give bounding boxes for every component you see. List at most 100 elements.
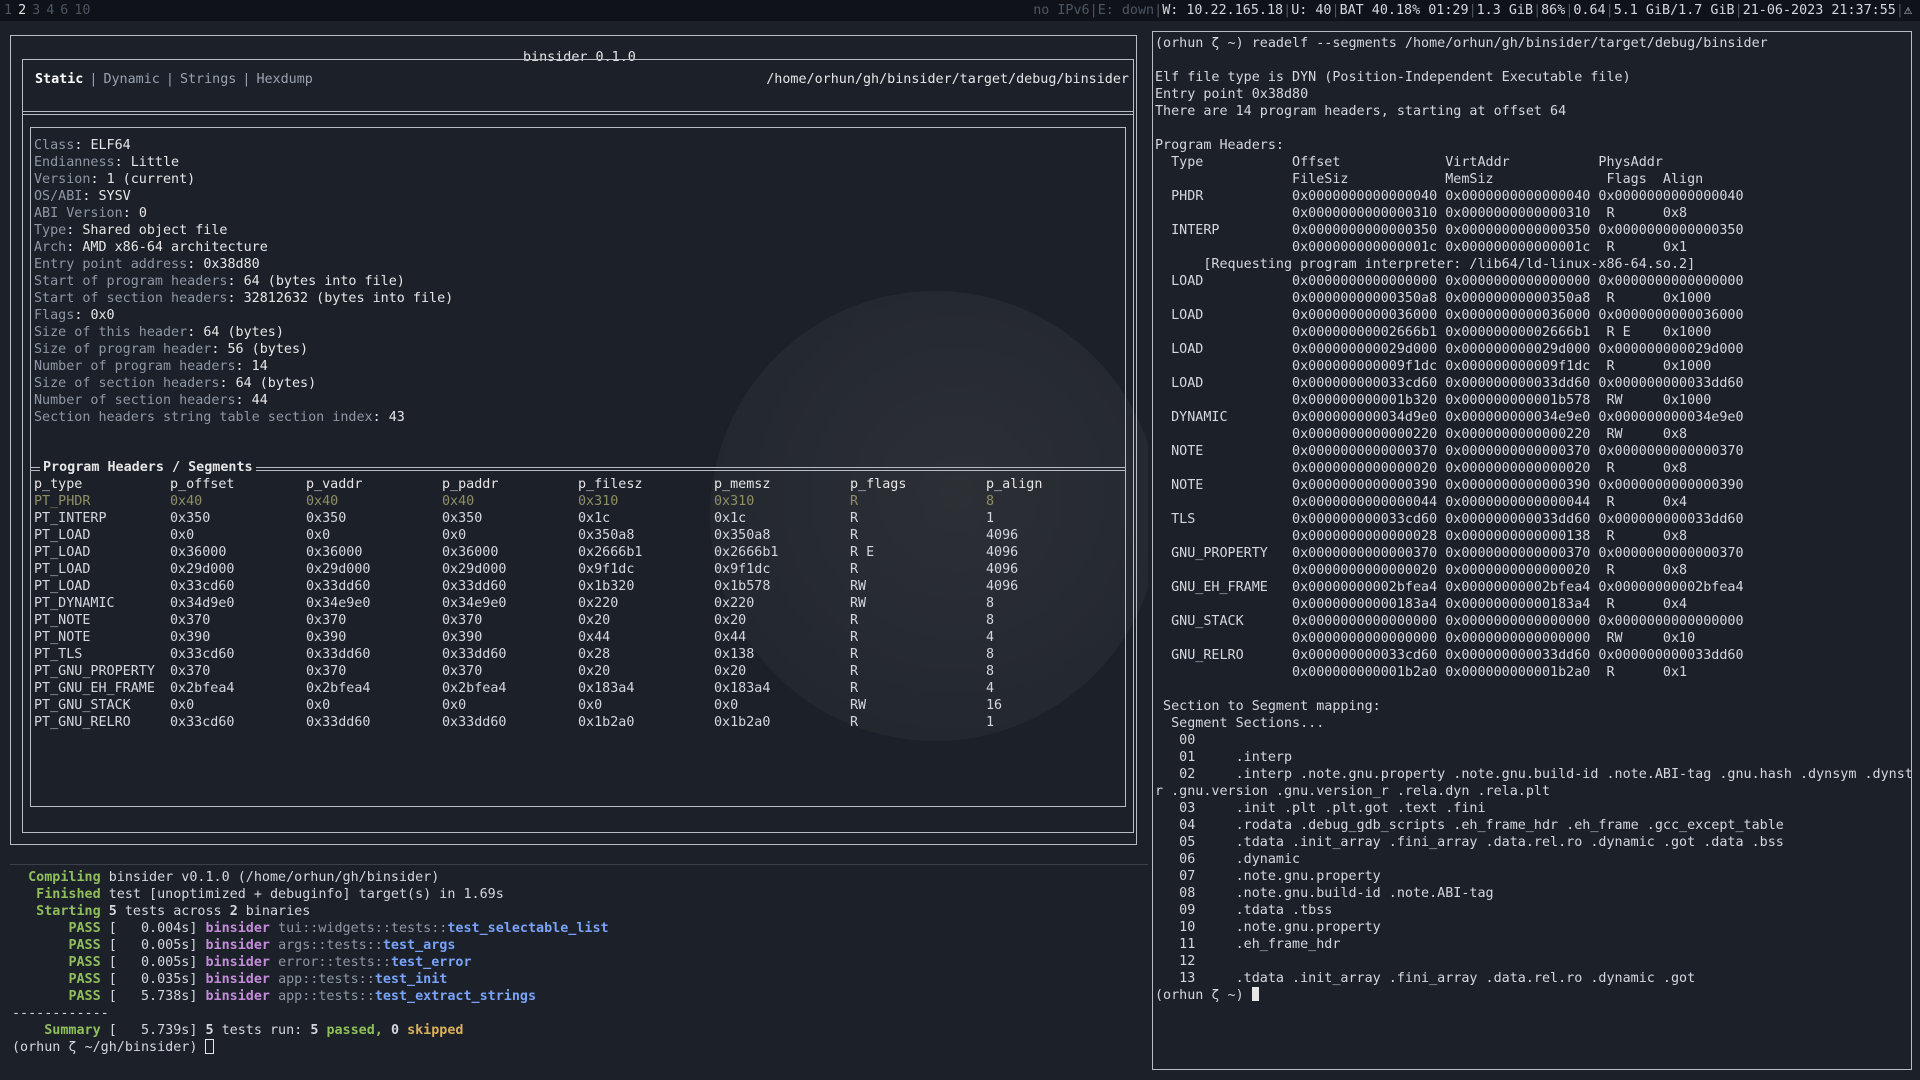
column-header-p_align: p_align [986,477,1043,492]
header-info-row: Start of program headers: 64 (bytes into… [34,274,405,289]
table-body[interactable]: PT_PHDR 0x40 0x40 0x40 0x310 0x310 R 8 PT_INTERP… [34,493,1066,731]
tab-static[interactable]: Static [35,72,83,87]
wifi-status: W: 10.22.165.18 [1162,3,1284,18]
table-cell: 0x34e9e0 [442,596,507,611]
table-cell: RW [850,698,867,713]
table-cell: PT_NOTE [34,613,91,628]
header-info-row: Class: ELF64 [34,138,131,153]
header-info-value: 44 [251,393,268,408]
table-cell: 0x350a8 [578,528,635,543]
clock: 21-06-2023 21:37:55 [1742,3,1896,18]
program-headers-table[interactable]: p_type p_offset p_vaddr p_paddr p_filesz p_me… [34,476,1066,731]
tab-bar: Static | Dynamic | Strings | Hexdump /home/orh… [22,59,1134,115]
table-row[interactable]: PT_PHDR 0x40 0x40 0x40 0x310 0x310 R 8 [34,493,1066,510]
table-cell: 0x2666b1 [714,545,779,560]
table-cell: 0x9f1dc [578,562,635,577]
pane-divider [10,864,1148,865]
header-info-value: 0x0 [90,308,115,323]
test-result-line: PASS [ 0.035s] binsider app::tests::test… [68,972,448,987]
table-cell: 0x1c [578,511,611,526]
table-row[interactable]: PT_TLS 0x33cd60 0x33dd60 0x33dd60 0x28 0x138 R… [34,646,1066,663]
table-row[interactable]: PT_DYNAMIC 0x34d9e0 0x34e9e0 0x34e9e0 0x220 0… [34,595,1066,612]
table-cell: PT_INTERP [34,511,107,526]
table-cell: 0x220 [578,596,619,611]
table-cell: 0x390 [442,630,483,645]
battery-status: BAT 40.18% 01:29 [1339,3,1469,18]
summary-line: Summary [ 5.739s] 5 tests run: 5 passed,… [12,1023,464,1038]
tab-strings[interactable]: Strings [180,72,236,87]
table-cell: R [850,681,859,696]
elf-header-info: Class: ELF64 Endianness: Little Version: 1… [34,137,453,426]
table-row[interactable]: PT_NOTE 0x390 0x390 0x390 0x44 0x44 R 4 [34,629,1066,646]
header-info-value: 32812632 (bytes into file) [243,291,454,306]
table-cell: 8 [986,647,995,662]
left-terminal-pane[interactable]: binsider 0.1.0 Static | Dynamic | Strings | He… [0,21,1148,1080]
column-header-p_memsz: p_memsz [714,477,771,492]
header-info-row: Number of section headers: 44 [34,393,268,408]
starting-text: 5 tests across 2 binaries [108,904,311,919]
table-cell: 0x2bfea4 [442,681,507,696]
table-cell: 0x2bfea4 [306,681,371,696]
right-terminal-pane[interactable]: (orhun ζ ~) readelf --segments /home/orh… [1152,31,1912,1070]
system-status: no IPv6|E: down|W: 10.22.165.18|U: 40|BA… [1033,3,1912,18]
table-row[interactable]: PT_INTERP 0x350 0x350 0x350 0x1c 0x1c R 1 [34,510,1066,527]
finished-label: Finished [12,887,101,902]
header-info-value: 64 (bytes into file) [243,274,405,289]
table-cell: 0x33dd60 [442,579,507,594]
header-info-key: Class [34,138,75,153]
table-row[interactable]: PT_LOAD 0x33cd60 0x33dd60 0x33dd60 0x1b320 0x… [34,578,1066,595]
table-cell: 4096 [986,545,1019,560]
tab-dynamic[interactable]: Dynamic [103,72,159,87]
table-cell: 8 [986,494,995,509]
workspace-3[interactable]: 3 [32,3,40,18]
disk-status: 1.3 GiB [1476,3,1534,18]
workspace-1[interactable]: 1 [4,3,12,18]
table-row[interactable]: PT_GNU_RELRO 0x33cd60 0x33dd60 0x33dd60 0x1b… [34,714,1066,731]
shell-prompt[interactable]: (orhun ζ ~) [1155,987,1911,1004]
binary-path: /home/orhun/gh/binsider/target/debug/bin… [766,72,1129,87]
tab-hexdump[interactable]: Hexdump [256,72,312,87]
test-result-line: PASS [ 0.005s] binsider args::tests::tes… [68,938,456,953]
header-info-row: Arch: AMD x86-64 architecture [34,240,268,255]
table-row[interactable]: PT_GNU_PROPERTY 0x370 0x370 0x370 0x20 0x20 R 8 [34,663,1066,680]
table-row[interactable]: PT_LOAD 0x36000 0x36000 0x36000 0x2666b1 0x26… [34,544,1066,561]
table-cell: 0x370 [306,613,347,628]
header-info-row: Number of program headers: 14 [34,359,268,374]
load-status: 0.64 [1573,3,1606,18]
table-cell: 0x33cd60 [170,715,235,730]
table-cell: 0x28 [578,647,611,662]
header-info-row: ABI Version: 0 [34,206,147,221]
workspace-2[interactable]: 2 [18,3,26,18]
table-cell: 0x36000 [170,545,227,560]
table-cell: R [850,664,859,679]
table-cell: 4 [986,681,995,696]
header-info-value: 0 [138,206,147,221]
header-info-value: AMD x86-64 architecture [82,240,268,255]
shell-prompt[interactable]: (orhun ζ ~/gh/binsider) [12,1039,609,1056]
table-row[interactable]: PT_GNU_STACK 0x0 0x0 0x0 0x0 0x0 RW 16 [34,697,1066,714]
table-cell: R [850,647,859,662]
table-cell: 0x370 [306,664,347,679]
table-row[interactable]: PT_LOAD 0x0 0x0 0x0 0x350a8 0x350a8 R 4096 [34,527,1066,544]
table-cell: 0x310 [714,494,755,509]
cargo-test-output: Compiling binsider v0.1.0 (/home/orhun/g… [12,869,609,1056]
table-row[interactable]: PT_GNU_EH_FRAME 0x2bfea4 0x2bfea4 0x2bfea4 0… [34,680,1066,697]
table-cell: 0x390 [306,630,347,645]
table-cell: 0x310 [578,494,619,509]
header-info-value: 1 (current) [106,172,196,187]
table-cell: 0x33dd60 [306,715,371,730]
workspace-4[interactable]: 4 [46,3,54,18]
column-header-p_type: p_type [34,477,83,492]
header-info-key: Number of program headers [34,359,236,374]
workspace-10[interactable]: 10 [74,3,90,18]
table-row[interactable]: PT_NOTE 0x370 0x370 0x370 0x20 0x20 R 8 [34,612,1066,629]
header-info-row: Size of program header: 56 (bytes) [34,342,309,357]
table-cell: 0x1b2a0 [578,715,635,730]
table-cell: 0x0 [306,698,331,713]
workspace-6[interactable]: 6 [60,3,68,18]
table-cell: 0x29d000 [442,562,507,577]
table-cell: 0x1c [714,511,747,526]
table-header-row: p_type p_offset p_vaddr p_paddr p_filesz p_me… [34,476,1066,493]
table-row[interactable]: PT_LOAD 0x29d000 0x29d000 0x29d000 0x9f1dc 0x… [34,561,1066,578]
header-info-key: Flags [34,308,75,323]
